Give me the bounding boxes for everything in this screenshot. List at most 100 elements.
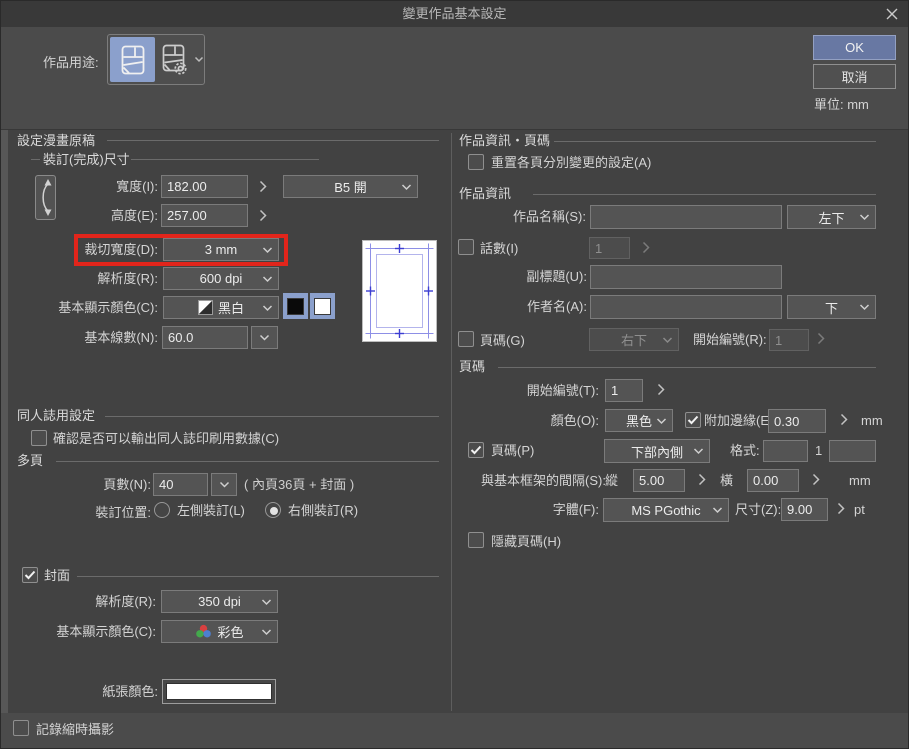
group-title-info-page: 作品資訊・頁碼: [459, 131, 550, 151]
format-number-label: 1: [815, 439, 822, 462]
edge-width-input[interactable]: [768, 409, 826, 433]
comic-page-icon: [121, 45, 145, 75]
episode-number-checkbox[interactable]: [458, 239, 474, 255]
chevron-down-icon: [261, 628, 272, 635]
reset-per-page-checkbox[interactable]: [468, 154, 484, 170]
change-work-settings-dialog: 變更作品基本設定 作品用途:: [0, 0, 909, 749]
cover-checkbox[interactable]: [22, 567, 38, 583]
frame-gap-horizontal-label: 橫: [720, 469, 733, 492]
edge-apply-arrow-icon[interactable]: [840, 413, 848, 426]
group-line: [554, 141, 876, 142]
title-bar: 變更作品基本設定: [1, 1, 908, 27]
chevron-down-icon: [859, 214, 870, 221]
comic-page-gear-icon: [162, 44, 188, 76]
width-apply-arrow-icon[interactable]: [259, 180, 267, 193]
hide-page-number-label: 隱藏頁碼(H): [491, 530, 561, 553]
usage-comic-settings-button[interactable]: [157, 37, 193, 82]
page-count-dropdown-button[interactable]: [211, 473, 237, 496]
resolution-value: 600 dpi: [200, 271, 243, 286]
white-swatch-icon: [314, 298, 331, 315]
expression-color-black-swatch[interactable]: [283, 293, 308, 319]
chevron-down-icon: [662, 336, 673, 343]
page-preview: [362, 240, 437, 345]
line-count-dropdown-button[interactable]: [251, 326, 278, 349]
page-number-g-position-dropdown[interactable]: 右下: [589, 328, 679, 351]
frame-gap-horizontal-arrow-icon[interactable]: [812, 473, 820, 486]
height-apply-arrow-icon[interactable]: [259, 209, 267, 222]
swap-width-height-button[interactable]: [35, 175, 56, 220]
cover-color-dropdown[interactable]: 彩色: [161, 620, 278, 643]
group-title-doujin: 同人誌用設定: [17, 406, 95, 426]
work-name-position-dropdown[interactable]: 左下: [787, 205, 876, 229]
binding-left-label: 左側裝訂(L): [177, 499, 245, 522]
rgb-color-icon: [195, 624, 212, 639]
edge-checkbox[interactable]: [685, 412, 701, 428]
page-number-color-dropdown[interactable]: 黑色: [605, 409, 673, 432]
binding-right-radio[interactable]: [265, 502, 281, 518]
author-input[interactable]: [590, 295, 782, 319]
height-input[interactable]: [161, 204, 248, 227]
page-number-p-checkbox[interactable]: [468, 442, 484, 458]
doujin-export-checkbox[interactable]: [31, 430, 47, 446]
page-number-p-position-dropdown[interactable]: 下部內側: [604, 439, 710, 463]
page-number-g-label: 頁碼(G): [480, 329, 525, 352]
chevron-down-icon: [262, 246, 273, 253]
usage-comic-button[interactable]: [110, 37, 155, 82]
frame-gap-vertical-input[interactable]: [633, 469, 685, 492]
work-name-input[interactable]: [590, 205, 782, 229]
line-count-input[interactable]: [162, 326, 248, 349]
format-prefix-input[interactable]: [763, 440, 808, 462]
page-number-color-value: 黑色: [626, 411, 652, 430]
start-number-t-arrow-icon[interactable]: [657, 383, 665, 396]
check-icon: [24, 570, 36, 580]
font-size-input[interactable]: [781, 498, 828, 521]
cover-color-value: 彩色: [217, 622, 243, 641]
usage-chevron-down-icon[interactable]: [194, 56, 204, 63]
page-count-label: 頁數(N):: [61, 473, 151, 496]
subtitle-input[interactable]: [590, 265, 782, 289]
group-title-binding-size: 裝訂(完成)尺寸: [43, 150, 130, 170]
basic-color-value: 黑白: [218, 298, 244, 317]
frame-gap-horizontal-input[interactable]: [747, 469, 799, 492]
timelapse-checkbox[interactable]: [13, 720, 29, 736]
frame-gap-vertical-arrow-icon[interactable]: [698, 473, 706, 486]
black-white-icon: [198, 300, 213, 315]
binding-position-label: 裝訂位置:: [61, 501, 151, 524]
author-position-dropdown[interactable]: 下: [787, 295, 876, 319]
start-number-r-input[interactable]: [769, 329, 809, 351]
chevron-down-icon: [712, 507, 723, 514]
group-title-multipage: 多頁: [17, 451, 43, 471]
expression-color-white-swatch[interactable]: [310, 293, 335, 319]
group-line: [105, 416, 439, 417]
height-label: 高度(E):: [58, 204, 158, 227]
font-dropdown[interactable]: MS PGothic: [603, 498, 729, 522]
close-icon[interactable]: [885, 7, 899, 21]
paper-color-swatch[interactable]: [162, 679, 276, 704]
episode-number-input[interactable]: [589, 237, 630, 259]
group-line: [533, 194, 876, 195]
page-count-input[interactable]: [153, 473, 208, 496]
cancel-button[interactable]: 取消: [813, 64, 896, 89]
format-label: 格式:: [730, 439, 760, 462]
basic-color-dropdown[interactable]: 黑白: [163, 296, 279, 319]
episode-number-label: 話數(I): [480, 237, 518, 260]
group-line: [498, 367, 876, 368]
hide-page-number-checkbox[interactable]: [468, 532, 484, 548]
frame-gap-unit-label: mm: [849, 469, 871, 492]
bleed-width-dropdown[interactable]: 3 mm: [163, 238, 279, 261]
width-input[interactable]: [161, 175, 248, 198]
resolution-dropdown[interactable]: 600 dpi: [163, 267, 279, 290]
page-number-g-checkbox[interactable]: [458, 331, 474, 347]
start-number-t-input[interactable]: [605, 379, 643, 402]
binding-left-radio[interactable]: [154, 502, 170, 518]
ok-button[interactable]: OK: [813, 35, 896, 60]
format-suffix-input[interactable]: [829, 440, 876, 462]
font-size-arrow-icon[interactable]: [837, 502, 845, 515]
binding-right-label: 右側裝訂(R): [288, 499, 358, 522]
chevron-down-icon: [259, 334, 270, 341]
chevron-down-icon: [693, 448, 704, 455]
cover-resolution-dropdown[interactable]: 350 dpi: [161, 590, 278, 613]
frame-gap-vertical-label: 縱: [605, 469, 618, 492]
size-preset-dropdown[interactable]: B5 開: [283, 175, 418, 198]
paper-color-label: 紙張顏色:: [58, 680, 158, 703]
